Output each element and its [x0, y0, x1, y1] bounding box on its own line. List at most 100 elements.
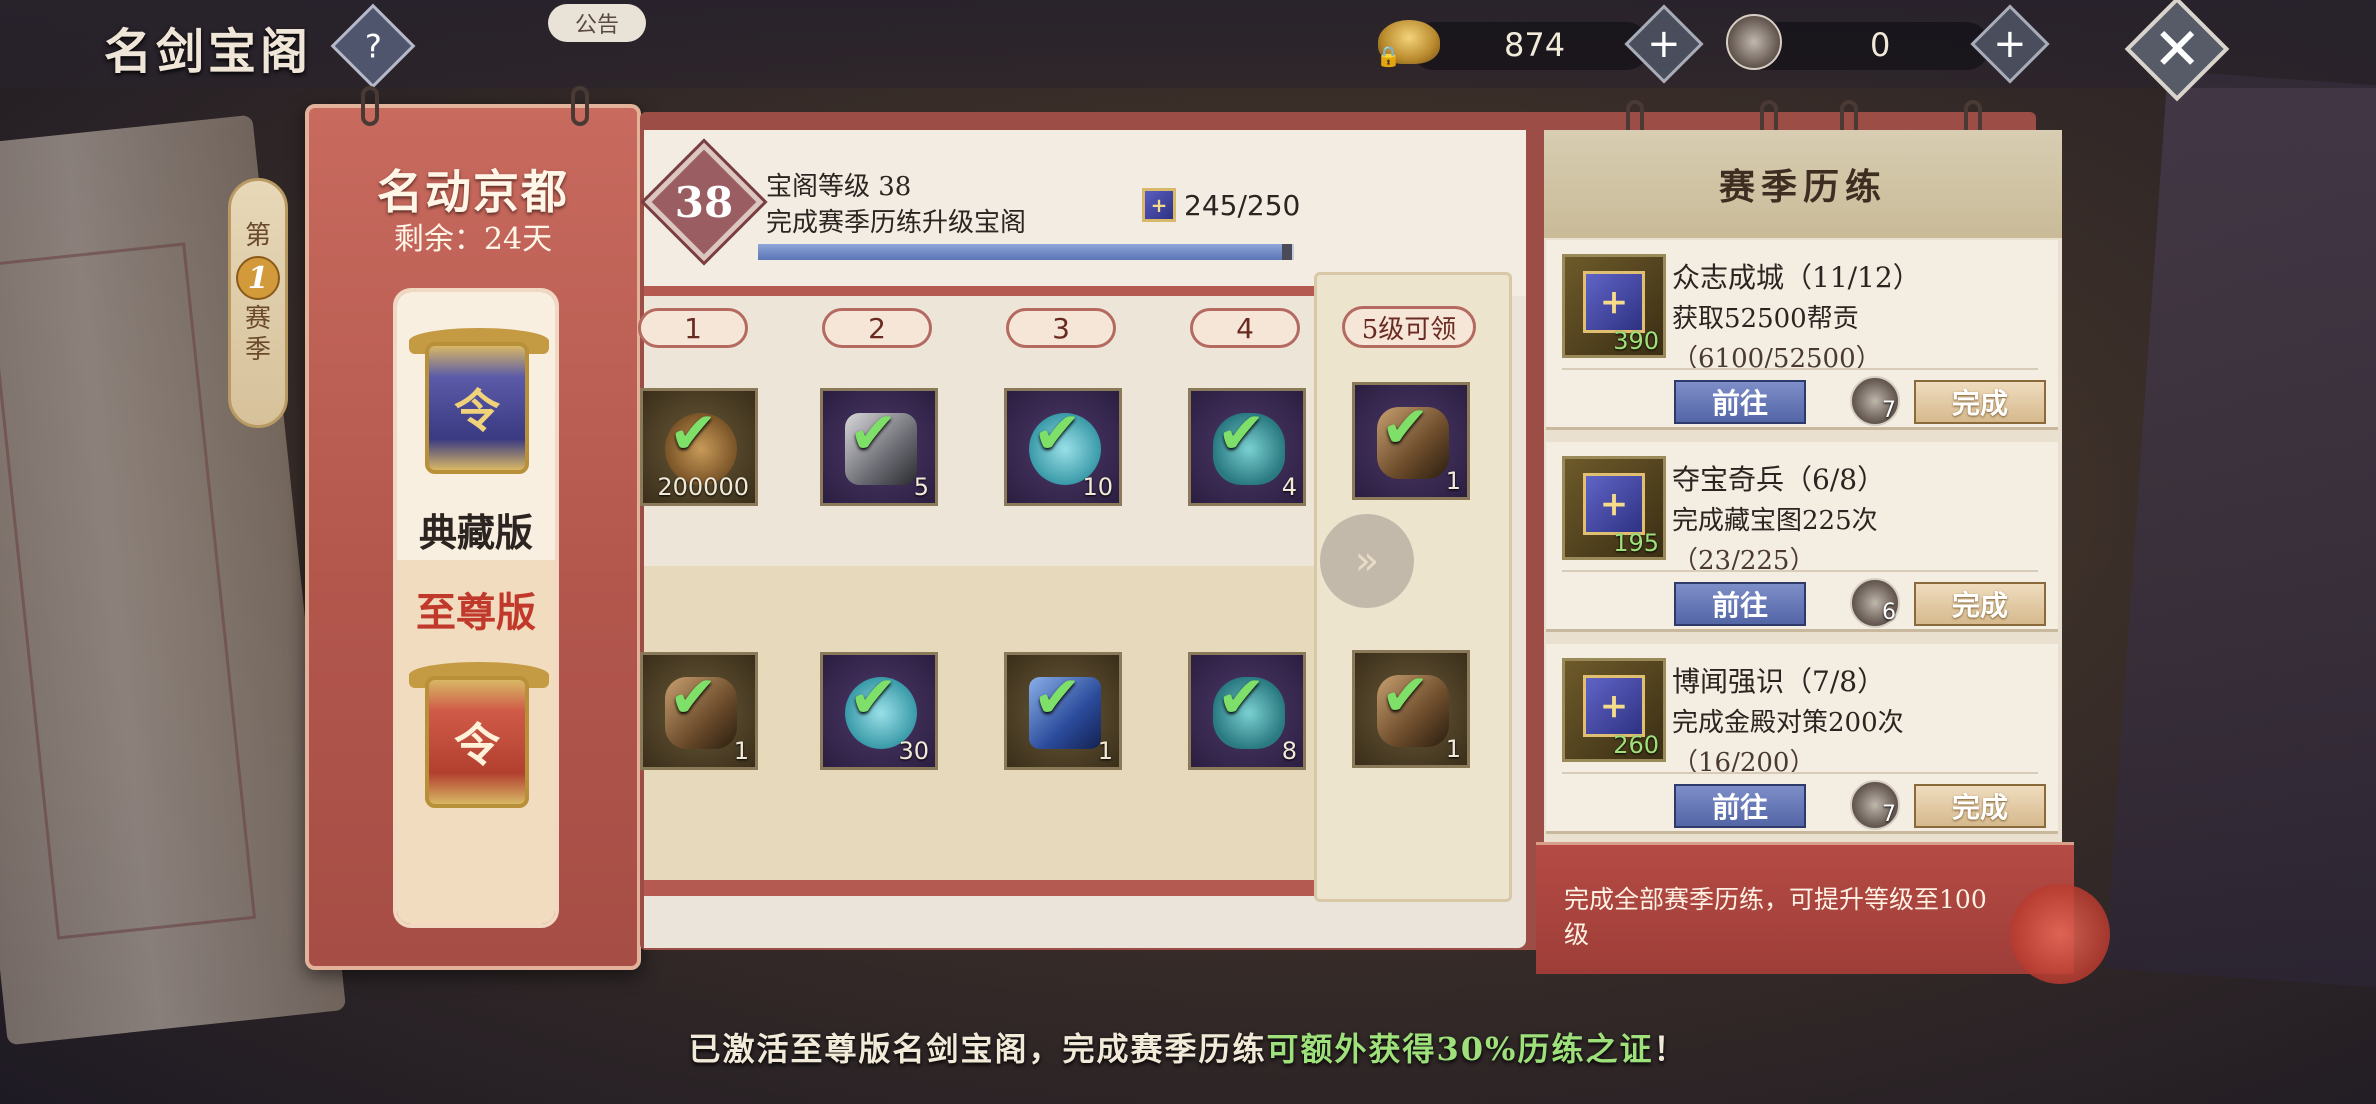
- next-page-button[interactable]: »: [1320, 514, 1414, 608]
- task-item: + 390 众志成城（11/12） 获取52500帮贡 （6100/52500）…: [1546, 240, 2058, 430]
- reward-count: 200000: [657, 473, 749, 501]
- season-tasks-footer-text: 完成全部赛季历练，可提升等级至100级: [1564, 885, 1987, 949]
- task-name: 众志成城（11/12）: [1672, 261, 1921, 294]
- progress-end-marker: [1282, 244, 1292, 260]
- supreme-lantern-icon: 令: [425, 676, 529, 808]
- edition-card[interactable]: 令 典藏版 至尊版 令: [393, 288, 559, 928]
- claimed-check-icon: ✔: [669, 399, 718, 467]
- task-divider: [1562, 570, 2038, 572]
- task-go-button[interactable]: 前往: [1674, 380, 1806, 424]
- task-complete-button[interactable]: 完成: [1914, 582, 2046, 626]
- exp-token-icon: +: [1583, 271, 1645, 333]
- task-exp-value: 195: [1613, 529, 1659, 557]
- task-divider: [1562, 368, 2038, 370]
- background-scroll-border: [0, 242, 257, 940]
- exp-token-icon: +: [1583, 473, 1645, 535]
- claimed-check-icon: ✔: [1217, 399, 1266, 467]
- reward-count: 1: [733, 737, 749, 765]
- reward-count: 1: [1445, 467, 1461, 495]
- task-desc: 获取52500帮贡: [1672, 304, 1859, 334]
- exp-token-icon: +: [1583, 675, 1645, 737]
- plus-icon: +: [1647, 20, 1681, 67]
- task-complete-button[interactable]: 完成: [1914, 784, 2046, 828]
- task-reward-count: 7: [1882, 802, 1896, 827]
- double-chevron-right-icon: »: [1354, 538, 1380, 584]
- reward-item[interactable]: ✔ 10: [1004, 388, 1122, 506]
- reward-item[interactable]: ✔ 1: [640, 652, 758, 770]
- task-item: + 260 博闻强识（7/8） 完成金殿对策200次 （16/200） 前往 7…: [1546, 644, 2058, 834]
- task-desc: 完成藏宝图225次: [1672, 506, 1878, 536]
- reward-count: 1: [1445, 735, 1461, 763]
- task-reward-count: 7: [1882, 398, 1896, 423]
- task-exp-value: 390: [1613, 327, 1659, 355]
- season-prefix: 第: [244, 221, 271, 251]
- task-name: 博闻强识（7/8）: [1672, 665, 1886, 698]
- notice-tab[interactable]: 公告: [548, 4, 646, 42]
- season-remaining: 剩余：24天: [393, 222, 553, 257]
- reward-count: 1: [1097, 737, 1113, 765]
- task-exp-icon: + 195: [1562, 456, 1666, 560]
- claimed-check-icon: ✔: [1381, 393, 1430, 461]
- edition-supreme-label: 至尊版: [416, 589, 536, 636]
- claimed-check-icon: ✔: [849, 399, 898, 467]
- bottom-notice: 已激活至尊版名剑宝阁，完成赛季历练可额外获得30%历练之证！: [0, 1024, 2376, 1070]
- seal-decoration: [2010, 884, 2110, 984]
- background-scroll: [0, 114, 347, 1046]
- key-token-icon: [1726, 14, 1782, 70]
- level-progress-fill: [758, 244, 1284, 260]
- reward-count: 30: [898, 737, 929, 765]
- level-tag: 1: [638, 308, 748, 348]
- season-ribbon: 第 1 赛 季: [228, 178, 288, 428]
- season-number: 1: [236, 256, 280, 301]
- level-badge-number: 38: [674, 178, 734, 227]
- reward-track-bottom-band: [644, 880, 1314, 896]
- bottom-notice-text: 已激活至尊版名剑宝阁，完成赛季历练: [688, 1030, 1267, 1068]
- reward-item[interactable]: ✔ 5: [820, 388, 938, 506]
- season-tasks-title: 赛季历练: [1544, 130, 2062, 238]
- edition-panel: 名动京都 剩余：24天 令 典藏版 至尊版 令: [305, 86, 641, 970]
- level-tag: 2: [822, 308, 932, 348]
- level-tag: 3: [1006, 308, 1116, 348]
- reward-item[interactable]: ✔ 4: [1188, 388, 1306, 506]
- claimed-check-icon: ✔: [849, 663, 898, 731]
- background-sheet: [2104, 70, 2376, 990]
- reward-item[interactable]: ✔ 200000: [640, 388, 758, 506]
- key-currency-value: 0: [1870, 26, 1891, 64]
- reward-count: 5: [913, 473, 929, 501]
- pass-upgrade-hint: 完成赛季历练升级宝阁: [766, 208, 1027, 238]
- season-suffix-1: 赛: [244, 304, 271, 335]
- level5-tag: 5级可领: [1342, 306, 1476, 348]
- claimed-check-icon: ✔: [1381, 661, 1430, 729]
- level-progress-bar: [758, 244, 1294, 260]
- task-reward-count: 6: [1882, 600, 1896, 625]
- gold-currency-value: 874: [1504, 26, 1566, 64]
- level5-reward-item[interactable]: ✔ 1: [1352, 382, 1470, 500]
- exp-counter: + 245/250: [1142, 188, 1300, 222]
- reward-count: 4: [1281, 473, 1297, 501]
- level5-reward-item[interactable]: ✔ 1: [1352, 650, 1470, 768]
- claimed-check-icon: ✔: [1033, 663, 1082, 731]
- close-icon: ✕: [2152, 14, 2202, 83]
- reward-item[interactable]: ✔ 1: [1004, 652, 1122, 770]
- level-tag: 4: [1190, 308, 1300, 348]
- lock-icon: 🔒: [1376, 44, 1401, 68]
- task-complete-button[interactable]: 完成: [1914, 380, 2046, 424]
- task-go-button[interactable]: 前往: [1674, 582, 1806, 626]
- collect-lantern-icon: 令: [425, 342, 529, 474]
- bottom-notice-highlight: 可额外获得30%历练之证: [1266, 1030, 1654, 1068]
- exp-token-icon: +: [1142, 188, 1176, 222]
- reward-count: 8: [1281, 737, 1297, 765]
- task-item: + 195 夺宝奇兵（6/8） 完成藏宝图225次 （23/225） 前往 6 …: [1546, 442, 2058, 632]
- task-go-button[interactable]: 前往: [1674, 784, 1806, 828]
- reward-track[interactable]: [644, 296, 1314, 882]
- pass-level-label: 宝阁等级 38: [766, 172, 912, 202]
- task-exp-icon: + 260: [1562, 658, 1666, 762]
- binder-ring: [571, 86, 589, 126]
- bottom-notice-end: ！: [1653, 1030, 1688, 1068]
- reward-count: 10: [1082, 473, 1113, 501]
- reward-item[interactable]: ✔ 8: [1188, 652, 1306, 770]
- reward-item[interactable]: ✔ 30: [820, 652, 938, 770]
- plus-icon: +: [1993, 20, 2027, 67]
- season-name: 名动京都: [377, 165, 569, 219]
- claimed-check-icon: ✔: [1217, 663, 1266, 731]
